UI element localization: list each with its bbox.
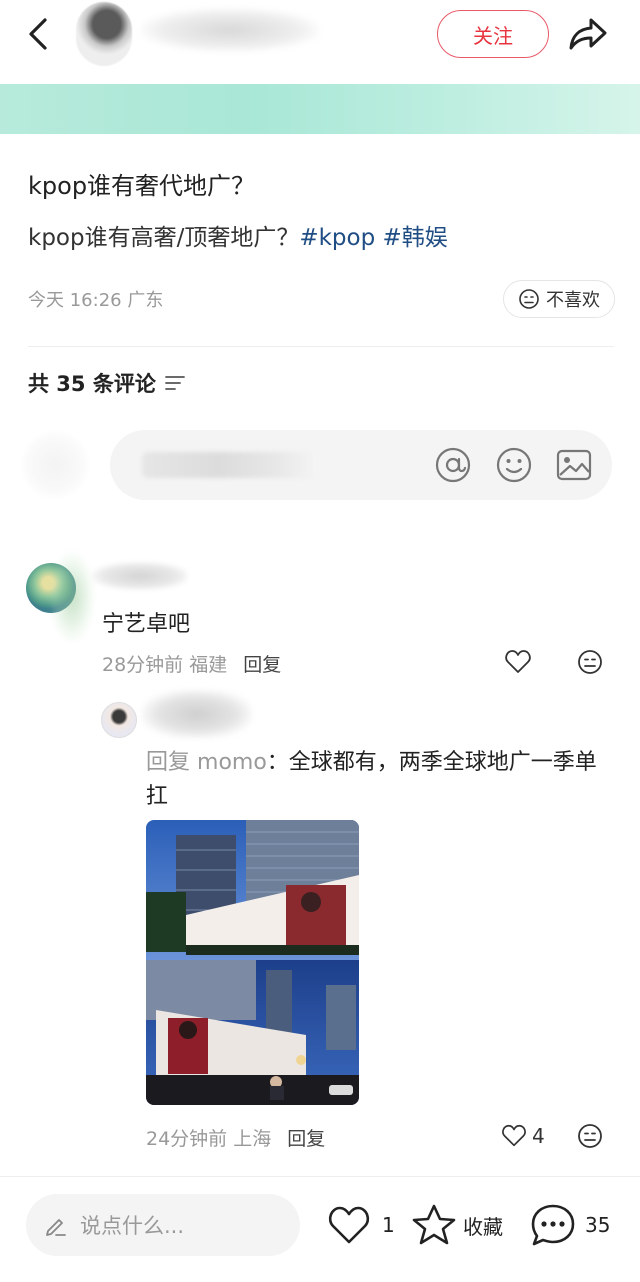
reply-prefix: 回复 (146, 750, 191, 775)
post-title: kpop谁有奢代地广？ (28, 172, 256, 200)
share-button[interactable] (562, 12, 614, 56)
meh-face-icon[interactable] (575, 647, 605, 677)
follow-button[interactable]: 关注 (437, 10, 549, 58)
comment-text: 宁艺卓吧 (102, 612, 191, 637)
favorite-button[interactable]: 收藏 (411, 1202, 503, 1248)
divider (28, 346, 614, 347)
top-bar: 关注 (0, 0, 640, 80)
my-avatar (20, 430, 90, 500)
reply-text: 回复 momo：全球都有，两季全球地广一季单扛 (146, 746, 616, 814)
billboard-photo (146, 820, 359, 1105)
heart-icon[interactable] (503, 647, 533, 677)
post-location: 广东 (127, 290, 164, 311)
chat-bubble-icon (531, 1204, 575, 1246)
mention-icon[interactable] (432, 444, 474, 486)
comment-button[interactable]: 35 (529, 1202, 610, 1248)
reply-target-user[interactable]: momo (197, 750, 267, 775)
pencil-icon (46, 1219, 66, 1236)
heart-icon (328, 1206, 370, 1244)
reply-like-count: 4 (532, 1124, 545, 1148)
emoji-icon[interactable] (493, 444, 535, 486)
author-name-blurred[interactable] (140, 8, 320, 52)
reply-avatar[interactable] (101, 702, 137, 738)
dislike-label: 不喜欢 (546, 290, 600, 311)
author-avatar[interactable] (76, 2, 132, 66)
reply-location: 上海 (233, 1128, 272, 1150)
comment-location: 福建 (189, 654, 228, 676)
comment-meta: 28分钟前 福建 回复 (102, 650, 281, 677)
comment-count-label: 共 35 条评论 (28, 372, 156, 396)
post-body-text: kpop谁有高奢/顶奢地广？ (28, 225, 300, 251)
say-something-input[interactable]: 说点什么... (26, 1194, 300, 1256)
heart-icon (502, 1124, 526, 1147)
back-button[interactable] (18, 14, 58, 54)
post-time: 今天 16:26 (28, 290, 122, 311)
reply-time: 24分钟前 (146, 1128, 228, 1150)
commenter-name-blurred[interactable] (92, 562, 188, 590)
share-icon (569, 18, 607, 50)
divider (0, 1176, 640, 1177)
reply-like-button[interactable]: 4 (500, 1121, 545, 1151)
reply-button[interactable]: 回复 (243, 650, 281, 677)
input-placeholder: 说点什么... (80, 1214, 185, 1238)
hashtag-link[interactable]: #kpop (299, 225, 375, 251)
dislike-button[interactable]: 不喜欢 (503, 280, 615, 318)
post-body: kpop谁有高奢/顶奢地广？#kpop #韩娱 (28, 218, 448, 252)
favorite-label: 收藏 (463, 1214, 503, 1239)
banner-strip (0, 84, 640, 134)
like-button[interactable]: 1 (326, 1202, 395, 1248)
image-icon[interactable] (553, 444, 595, 486)
meh-face-icon (519, 289, 539, 309)
post-meta: 今天 16:26 广东 (28, 286, 163, 312)
reply-author-name-blurred[interactable] (142, 690, 252, 738)
reply-meta: 24分钟前 上海 回复 (146, 1124, 325, 1151)
comment-input-placeholder-blurred (142, 452, 314, 478)
reply-button[interactable]: 回复 (287, 1124, 325, 1151)
chevron-left-icon (29, 18, 47, 50)
comment-count: 35 (585, 1213, 611, 1237)
blur-overlay (50, 552, 94, 642)
meh-face-icon[interactable] (575, 1121, 605, 1151)
reply-image[interactable] (146, 820, 359, 1105)
star-icon (412, 1204, 456, 1245)
sort-icon[interactable] (164, 373, 186, 393)
hashtag-link[interactable]: #韩娱 (383, 225, 448, 251)
comment-time: 28分钟前 (102, 654, 184, 676)
comments-header[interactable]: 共 35 条评论 (28, 368, 186, 398)
like-count: 1 (382, 1213, 395, 1237)
